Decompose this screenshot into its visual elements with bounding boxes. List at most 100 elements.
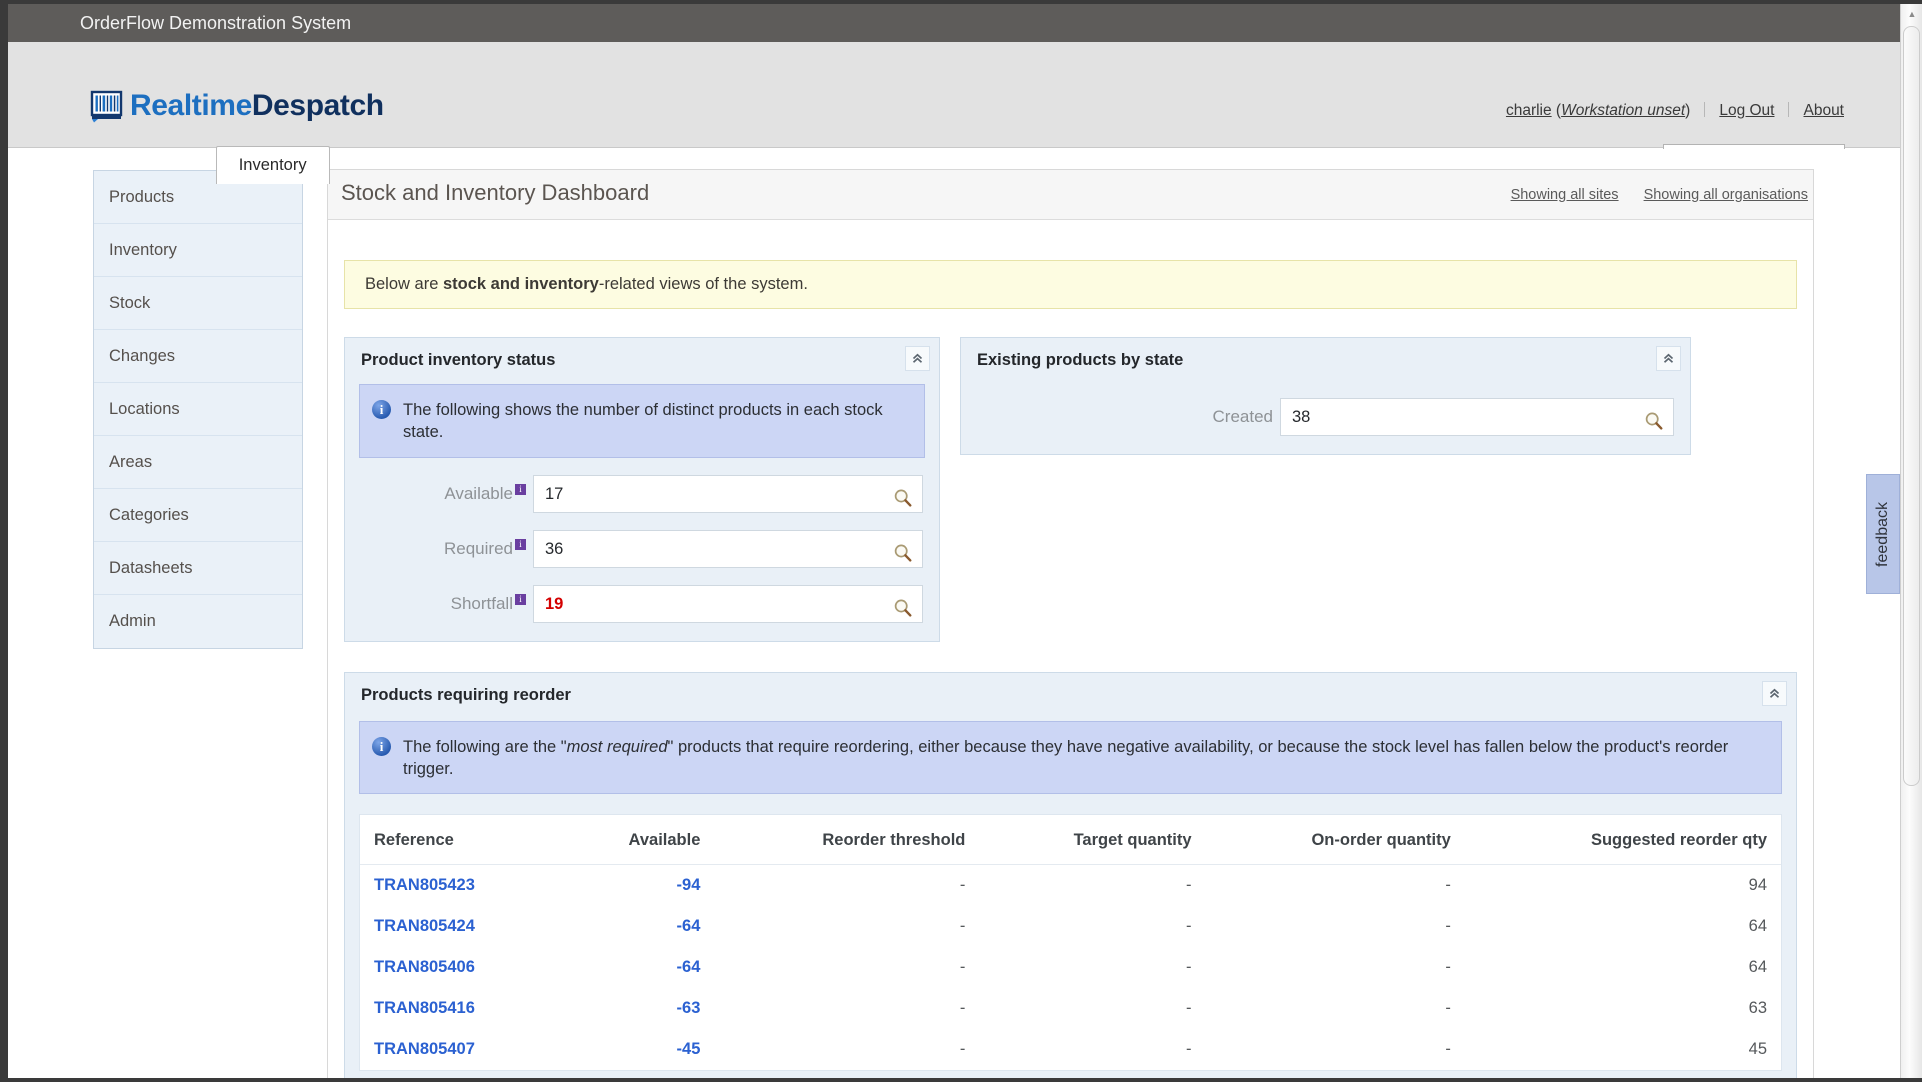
column-header[interactable]: Reorder threshold xyxy=(714,815,980,866)
column-header[interactable]: Target quantity xyxy=(979,815,1206,866)
cell-suggested-reorder-qty: 64 xyxy=(1748,917,1767,936)
sidebar-item-datasheets[interactable]: Datasheets xyxy=(94,542,302,595)
workstation-link[interactable]: Workstation unset xyxy=(1561,102,1685,119)
window-title: OrderFlow Demonstration System xyxy=(80,13,352,33)
search-icon[interactable] xyxy=(893,540,913,577)
panel-title: Product inventory status xyxy=(361,351,556,369)
products-by-state-rows: Created 38 xyxy=(961,398,1690,436)
info-emphasis: most required xyxy=(566,737,668,756)
search-icon[interactable] xyxy=(893,595,913,632)
stat-value-field[interactable]: 36 xyxy=(533,529,923,568)
chevron-double-up-icon[interactable] xyxy=(905,346,930,371)
cell-reorder-threshold: - xyxy=(959,917,966,936)
logo-text-primary: Realtime xyxy=(130,89,252,122)
page-scrollbar[interactable]: ▲ xyxy=(1900,4,1922,1078)
panel-info-box: i The following shows the number of dist… xyxy=(359,384,925,458)
product-reference-link[interactable]: TRAN805423 xyxy=(374,876,475,894)
panel-header: Product inventory status xyxy=(345,338,939,381)
stat-row: Available i 17 xyxy=(361,474,923,513)
column-header[interactable]: Suggested reorder qty xyxy=(1464,815,1781,866)
current-user-link[interactable]: charlie xyxy=(1506,102,1552,119)
dashboard-panels-row: Product inventory status i The following… xyxy=(344,337,1797,642)
scroll-up-arrow[interactable]: ▲ xyxy=(1901,4,1922,24)
showing-all-organisations-link[interactable]: Showing all organisations xyxy=(1644,187,1808,203)
sidebar-item-locations[interactable]: Locations xyxy=(94,383,302,436)
page-scope-links: Showing all sites Showing all organisatio… xyxy=(1486,187,1808,203)
product-reference-link[interactable]: TRAN805407 xyxy=(374,1040,475,1058)
cell-on-order-quantity: - xyxy=(1445,917,1451,936)
feedback-tab[interactable]: feedback xyxy=(1866,474,1900,594)
info-tooltip-icon[interactable]: i xyxy=(515,483,526,495)
chevron-double-up-icon[interactable] xyxy=(1762,680,1787,706)
stat-label: Required i xyxy=(423,539,533,559)
sidebar-item-changes[interactable]: Changes xyxy=(94,330,302,383)
info-icon: i xyxy=(372,400,391,419)
panel-product-inventory-status: Product inventory status i The following… xyxy=(344,337,940,642)
stat-value: 36 xyxy=(545,539,564,558)
table-row: TRAN805424 -64- - -64 xyxy=(360,906,1781,947)
column-header[interactable]: Available xyxy=(559,815,715,866)
panel-header: Products requiring reorder xyxy=(345,673,1796,716)
stat-label: Available i xyxy=(423,484,533,504)
secondary-sidebar: Products Inventory Stock Changes Locations Ar… xyxy=(93,170,303,649)
column-header[interactable]: Reference xyxy=(360,815,560,866)
sidebar-item-inventory[interactable]: Inventory xyxy=(94,224,302,277)
header-divider-2 xyxy=(1788,102,1790,117)
cell-available: -64 xyxy=(676,917,701,936)
panel-title: Products requiring reorder xyxy=(361,685,571,704)
cell-reorder-threshold: - xyxy=(959,876,966,895)
tab-inventory[interactable]: Inventory xyxy=(215,146,330,184)
showing-all-sites-link[interactable]: Showing all sites xyxy=(1511,187,1619,203)
header-divider-1 xyxy=(1704,102,1706,117)
stat-value: 17 xyxy=(545,484,564,503)
sidebar-item-categories[interactable]: Categories xyxy=(94,489,302,542)
cell-on-order-quantity: - xyxy=(1445,876,1451,895)
reorder-table-head: Reference Available Reorder threshold Targe… xyxy=(360,815,1781,866)
search-icon[interactable] xyxy=(893,485,913,522)
inventory-status-rows: Available i 17 Required i 36 Shortfall i 19 xyxy=(345,474,939,623)
product-reference-link[interactable]: TRAN805406 xyxy=(374,958,475,976)
scrollbar-thumb[interactable] xyxy=(1903,26,1920,786)
app-logo[interactable]: RealtimeDespatch xyxy=(90,89,384,123)
cell-available: -94 xyxy=(676,876,701,895)
cell-on-order-quantity: - xyxy=(1445,999,1451,1018)
info-tooltip-icon[interactable]: i xyxy=(515,593,526,605)
stat-label: Shortfall i xyxy=(423,594,533,614)
cell-target-quantity: - xyxy=(1186,958,1192,977)
cell-suggested-reorder-qty: 45 xyxy=(1748,1040,1767,1059)
sidebar-item-admin[interactable]: Admin xyxy=(94,595,302,648)
info-icon: i xyxy=(372,736,391,756)
stat-label-text: Available xyxy=(444,483,513,503)
stat-row: Required i 36 xyxy=(361,529,923,568)
window-title-bar: OrderFlow Demonstration System xyxy=(8,4,1900,42)
cell-reorder-threshold: - xyxy=(959,999,966,1018)
stat-label-text: Created xyxy=(1212,407,1273,426)
stat-row: Created 38 xyxy=(977,398,1674,436)
cell-available: -45 xyxy=(676,1040,701,1059)
logout-link[interactable]: Log Out xyxy=(1719,102,1774,119)
cell-reorder-threshold: - xyxy=(959,958,966,977)
cell-on-order-quantity: - xyxy=(1445,1040,1451,1059)
about-link[interactable]: About xyxy=(1803,102,1844,119)
table-header-row: Reference Available Reorder threshold Targe… xyxy=(360,815,1781,866)
product-reference-link[interactable]: TRAN805416 xyxy=(374,999,475,1017)
reorder-table: Reference Available Reorder threshold Targe… xyxy=(360,815,1781,1070)
panel-info-box: i The following are the "most required" … xyxy=(359,720,1782,795)
product-reference-link[interactable]: TRAN805424 xyxy=(374,917,475,935)
table-row: TRAN805407 -45- - -45 xyxy=(360,1029,1781,1070)
stat-value-field[interactable]: 38 xyxy=(1280,398,1674,436)
product-reference-cell: TRAN805416 xyxy=(360,988,560,1029)
sidebar-item-stock[interactable]: Stock xyxy=(94,277,302,330)
page-title: Stock and Inventory Dashboard xyxy=(341,180,650,205)
stat-value: 19 xyxy=(545,594,564,613)
sidebar-item-areas[interactable]: Areas xyxy=(94,436,302,489)
search-icon[interactable] xyxy=(1644,408,1664,445)
chevron-double-up-icon[interactable] xyxy=(1656,346,1681,371)
stat-value-field[interactable]: 17 xyxy=(533,474,923,513)
panel-existing-products-by-state: Existing products by state Created 38 xyxy=(960,337,1691,455)
stat-value-field[interactable]: 19 xyxy=(533,584,923,623)
page-notice: Below are stock and inventory-related vi… xyxy=(344,260,1797,309)
info-tooltip-icon[interactable]: i xyxy=(515,538,526,550)
column-header[interactable]: On-order quantity xyxy=(1205,815,1465,866)
notice-lead: Below are xyxy=(365,275,443,293)
